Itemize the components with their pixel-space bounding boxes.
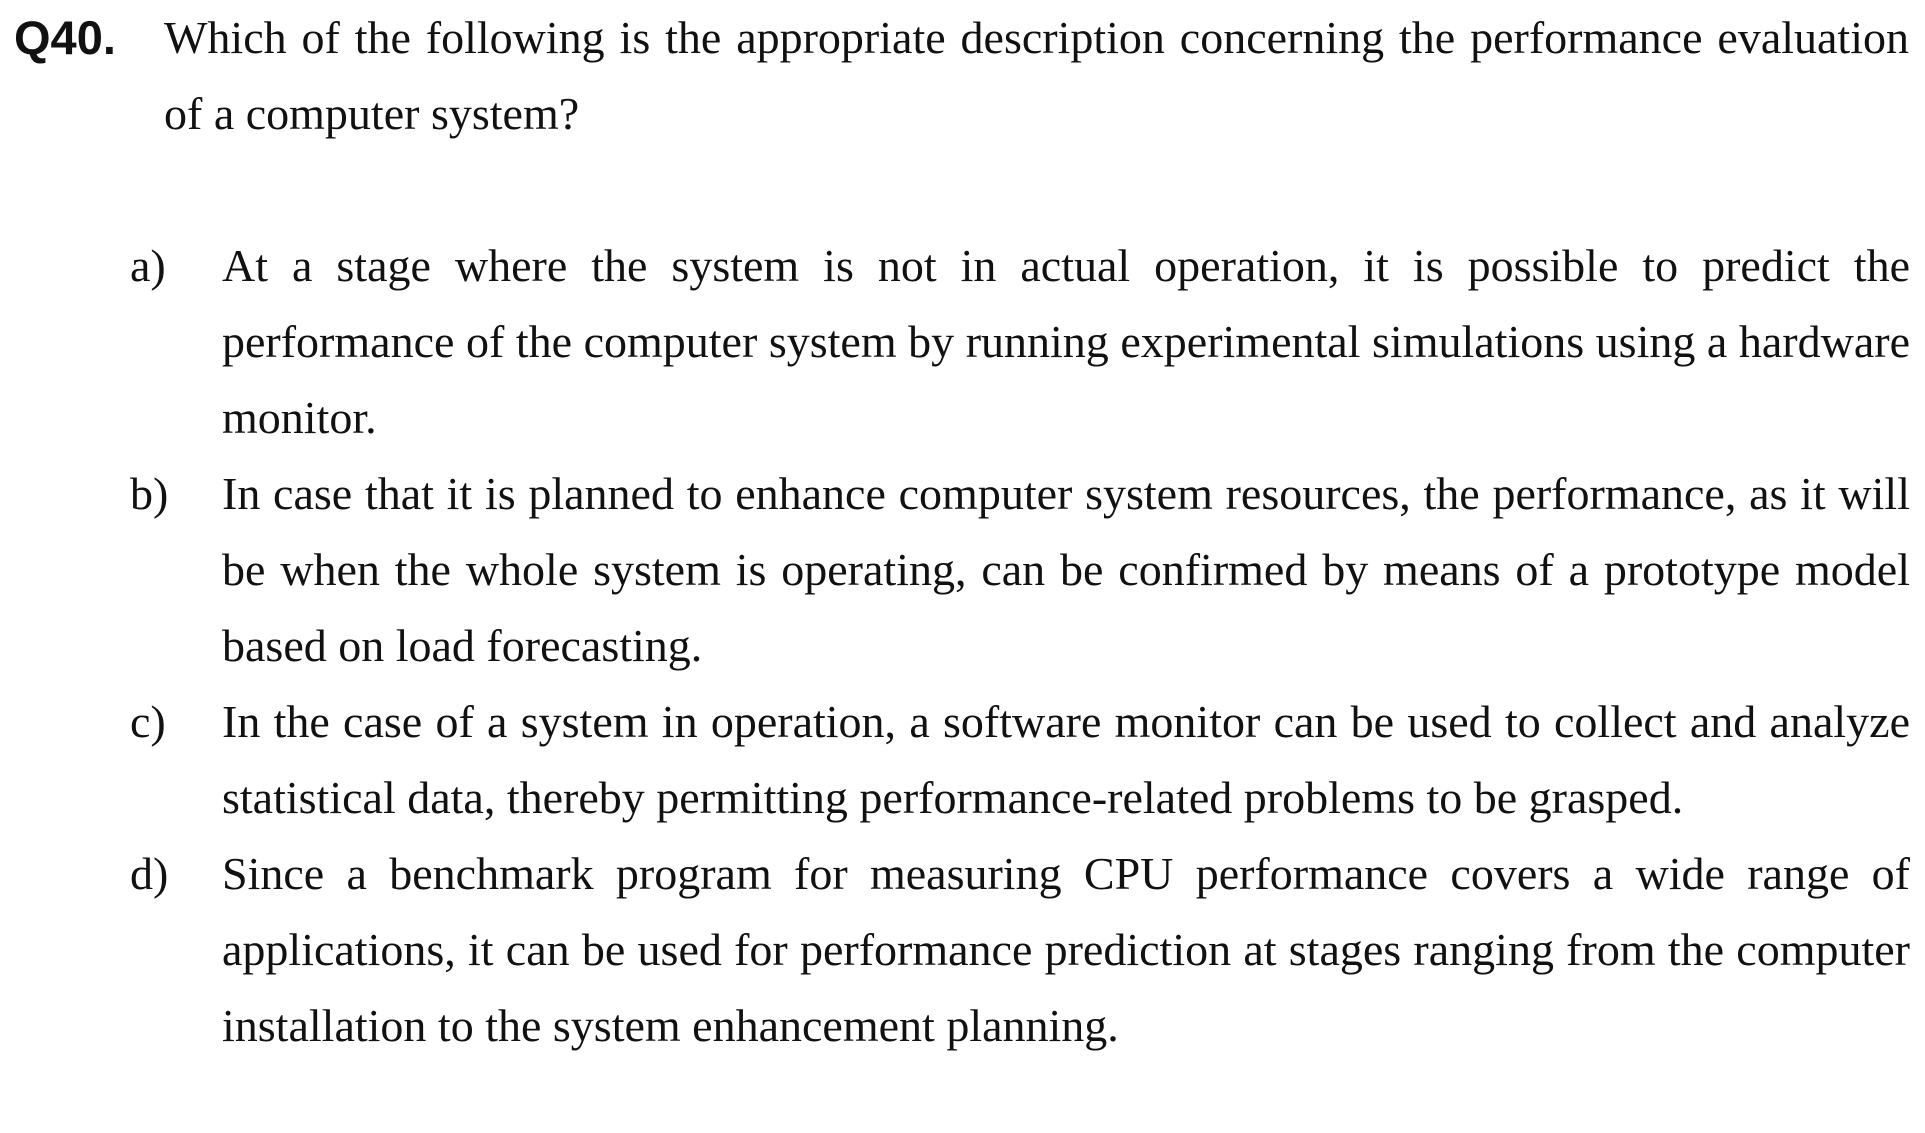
option-letter: c) [130, 696, 166, 747]
answer-options: a) At a stage where the system is not in… [130, 228, 1910, 1064]
option-letter: a) [130, 240, 166, 291]
option-text: Since a benchmark program for measuring … [222, 848, 1910, 1051]
option-b: b) In case that it is planned to enhance… [130, 456, 1910, 684]
question-text: Which of the following is the appropriat… [164, 12, 1909, 139]
option-text: In case that it is planned to enhance co… [222, 468, 1910, 671]
option-text: In the case of a system in operation, a … [222, 696, 1910, 823]
option-text: At a stage where the system is not in ac… [222, 240, 1910, 443]
question-block: Q40. Which of the following is the appro… [14, 0, 1914, 152]
option-a: a) At a stage where the system is not in… [130, 228, 1910, 456]
option-letter: b) [130, 468, 169, 519]
option-d: d) Since a benchmark program for measuri… [130, 836, 1910, 1064]
question-number: Q40. [14, 11, 116, 64]
option-c: c) In the case of a system in operation,… [130, 684, 1910, 836]
option-letter: d) [130, 848, 169, 899]
question-header: Q40. Which of the following is the appro… [14, 0, 1914, 152]
